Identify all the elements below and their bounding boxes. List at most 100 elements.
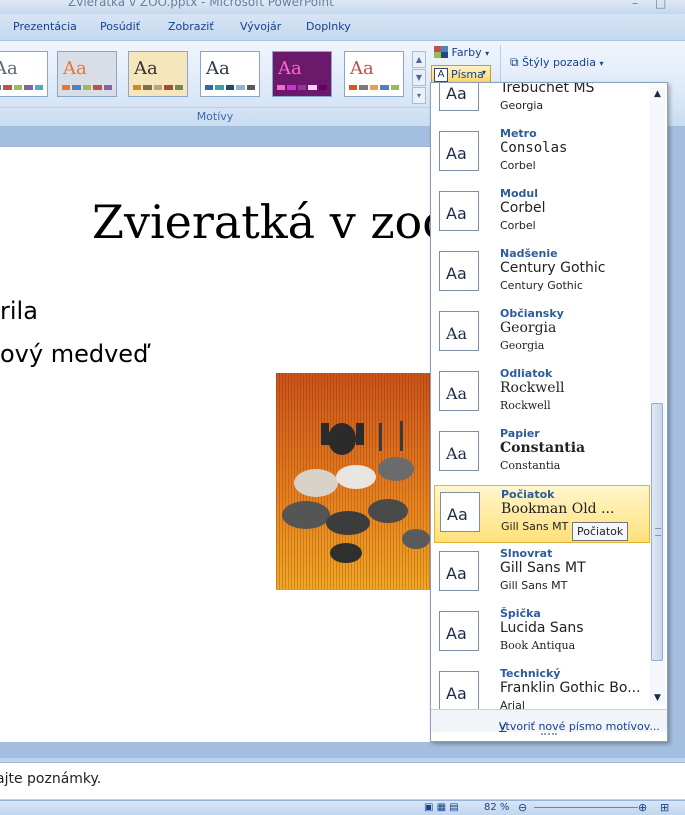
scroll-up-icon[interactable]: ▲: [650, 87, 665, 101]
tab-vyvojar[interactable]: Vývojár: [240, 20, 281, 33]
notes-placeholder: ajte poznámky.: [0, 771, 102, 787]
theme-thumb-2[interactable]: Aa: [57, 51, 117, 97]
font-gallery-dropdown: Aa Trebuchet MS Georgia Aa Metro Consola…: [430, 82, 668, 742]
theme-thumb-4[interactable]: Aa: [200, 51, 260, 97]
font-gallery-item[interactable]: Aa Modul Corbel Corbel: [434, 185, 650, 243]
slide-bullet[interactable]: rila: [0, 297, 38, 325]
slide-bullet[interactable]: ový medveď: [0, 340, 148, 368]
font-scheme-name: Nadšenie: [500, 247, 558, 260]
palette-icon: [434, 46, 448, 58]
font-gallery-item[interactable]: Aa Občiansky Georgia Georgia: [434, 305, 650, 363]
font-preview-icon: Aa: [439, 131, 479, 171]
colors-label: Farby: [451, 46, 482, 59]
colors-button[interactable]: Farby ▾: [434, 46, 489, 59]
heading-font: Consolas: [500, 140, 568, 156]
view-buttons[interactable]: ▣ ▦ ▤: [424, 802, 459, 813]
tab-doplnky[interactable]: Doplnky: [306, 20, 351, 33]
slide-photo[interactable]: [276, 373, 432, 590]
body-font: Gill Sans MT: [500, 579, 568, 592]
theme-thumb-label: Aa: [63, 58, 87, 79]
status-bar: ▣ ▦ ▤ 82 % ⊖ ⊕ ⊞: [0, 800, 685, 815]
theme-thumb-5[interactable]: Aa: [272, 51, 332, 97]
body-font: Corbel: [500, 219, 536, 232]
heading-font: Corbel: [500, 200, 546, 216]
background-styles-icon: ⧉: [510, 55, 519, 69]
theme-thumb-label: Aa: [278, 58, 302, 79]
themes-group-label: Motívy: [196, 110, 234, 123]
chevron-down-icon: ▾: [482, 68, 487, 77]
heading-font: Gill Sans MT: [500, 560, 586, 576]
theme-thumb-label: Aa: [0, 58, 18, 79]
notes-pane[interactable]: ajte poznámky.: [0, 762, 685, 799]
tab-posudit[interactable]: Posúdiť: [100, 20, 140, 33]
zoom-out-icon[interactable]: ⊖: [518, 801, 527, 814]
font-scheme-name: Odliatok: [500, 367, 553, 380]
theme-gallery-scroll: ▲ ▼ ▾: [412, 51, 426, 104]
font-preview-icon: Aa: [439, 671, 479, 709]
font-gallery-item[interactable]: Aa Odliatok Rockwell Rockwell: [434, 365, 650, 423]
font-gallery-item[interactable]: Aa Slnovrat Gill Sans MT Gill Sans MT: [434, 545, 650, 603]
font-gallery-item[interactable]: Aa Metro Consolas Corbel: [434, 125, 650, 183]
font-preview-icon: Aa: [439, 311, 479, 351]
maximize-button[interactable]: □: [655, 0, 666, 10]
theme-thumb-6[interactable]: Aa: [344, 51, 404, 97]
chevron-down-icon: ▾: [599, 59, 604, 68]
theme-thumb-3[interactable]: Aa: [128, 51, 188, 97]
body-font: Constantia: [500, 459, 561, 472]
tooltip: Počiatok: [572, 522, 629, 541]
font-preview-icon: Aa: [439, 371, 479, 411]
fit-window-icon[interactable]: ⊞: [660, 801, 669, 814]
heading-font: Lucida Sans: [500, 620, 584, 636]
body-font: Georgia: [500, 339, 545, 352]
title-bar: Zvieratká v ZOO.pptx - Microsoft PowerPo…: [0, 0, 685, 14]
body-font: Rockwell: [500, 399, 551, 412]
font-gallery-item[interactable]: Aa Papier Constantia Constantia: [434, 425, 650, 483]
theme-swatches: [277, 85, 328, 90]
font-scheme-name: Špička: [500, 607, 541, 620]
zoom-in-icon[interactable]: ⊕: [638, 801, 647, 814]
font-scheme-name: Občiansky: [500, 307, 564, 320]
create-font-scheme-link[interactable]: Vytvoriť nové písmo motívov...: [431, 709, 667, 733]
slide-title[interactable]: Zvieratká v zoo: [92, 195, 432, 249]
scroll-down-icon[interactable]: ▼: [650, 691, 665, 705]
gallery-more-icon[interactable]: ▾: [412, 87, 426, 104]
theme-swatches: [0, 85, 44, 90]
font-gallery-scrollbar[interactable]: ▲ ▼: [650, 87, 665, 705]
zoom-slider[interactable]: [534, 807, 638, 808]
theme-thumb-label: Aa: [350, 58, 374, 79]
theme-swatches: [205, 85, 256, 90]
body-font: Gill Sans MT: [501, 520, 569, 533]
heading-font: Trebuchet MS: [500, 83, 595, 96]
theme-thumb-1[interactable]: Aa: [0, 51, 48, 97]
scrollbar-thumb[interactable]: [651, 403, 663, 661]
font-scheme-name: Modul: [500, 187, 538, 200]
font-scheme-name: Technický: [500, 667, 561, 680]
font-gallery-item[interactable]: Aa Špička Lucida Sans Book Antiqua: [434, 605, 650, 663]
zoom-level[interactable]: 82 %: [484, 802, 509, 813]
tab-zobrazit[interactable]: Zobraziť: [168, 20, 214, 33]
gallery-up-icon[interactable]: ▲: [412, 51, 426, 68]
heading-font: Constantia: [500, 440, 586, 456]
chevron-down-icon: ▾: [485, 49, 490, 58]
font-scheme-name: Papier: [500, 427, 540, 440]
font-scheme-name: Počiatok: [501, 488, 555, 501]
body-font: Georgia: [500, 99, 544, 112]
heading-font: Rockwell: [500, 380, 565, 396]
group-separator: [0, 107, 430, 108]
heading-font: Bookman Old ...: [501, 501, 615, 517]
font-scheme-name: Metro: [500, 127, 537, 140]
font-a-icon: A: [434, 68, 448, 82]
tab-prezentacia[interactable]: Prezentácia: [13, 20, 77, 33]
theme-swatches: [62, 85, 113, 90]
font-gallery-item[interactable]: Aa Nadšenie Century Gothic Century Gothi…: [434, 245, 650, 303]
font-gallery-item[interactable]: Aa Trebuchet MS Georgia: [434, 83, 650, 123]
slide[interactable]: Zvieratká v zoo rila ový medveď: [0, 146, 432, 742]
resize-grip-icon[interactable]: [541, 733, 557, 739]
gallery-down-icon[interactable]: ▼: [412, 69, 426, 86]
body-font: Arial: [500, 699, 525, 709]
font-gallery-item[interactable]: Aa Technický Franklin Gothic Bo... Arial: [434, 665, 650, 709]
theme-thumb-label: Aa: [206, 58, 230, 79]
minimize-button[interactable]: –: [632, 0, 638, 10]
font-preview-icon: Aa: [440, 492, 480, 532]
background-styles-button[interactable]: ⧉ Štýly pozadia ▾: [510, 55, 603, 70]
